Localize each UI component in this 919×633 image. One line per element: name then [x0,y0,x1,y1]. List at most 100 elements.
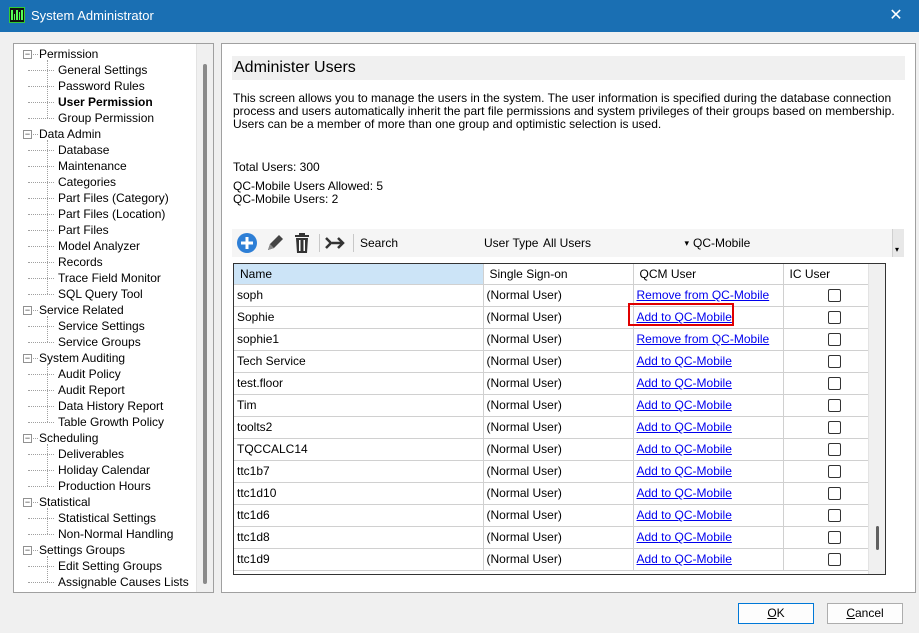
qcm-toggle-link[interactable]: Add to QC-Mobile [637,552,732,566]
user-type-select[interactable]: All Users ▾ [539,232,689,254]
tree-group-system-auditing[interactable]: − System Auditing [14,350,196,366]
tree-item-assignable-causes-lists[interactable]: Assignable Causes Lists [14,574,196,590]
grid-scrollbar[interactable] [868,264,885,574]
ic-user-checkbox[interactable] [828,399,841,413]
tree-group-permission[interactable]: − Permission [14,46,196,62]
table-row[interactable]: ttc1d10 (Normal User) Add to QC-Mobile [234,482,884,505]
column-header-sso[interactable]: Single Sign-on [483,264,634,285]
ic-user-checkbox[interactable] [828,553,841,567]
table-row[interactable]: Tech Service (Normal User) Add to QC-Mobil… [234,350,884,373]
tree-connector [47,556,48,582]
collapse-icon[interactable]: − [23,130,32,139]
qcm-toggle-link[interactable]: Add to QC-Mobile [637,354,732,368]
tree-item-audit-report[interactable]: Audit Report [14,382,196,398]
qcm-toggle-link[interactable]: Remove from QC-Mobile [637,288,770,302]
collapse-icon[interactable]: − [23,546,32,555]
tree-item-production-hours[interactable]: Production Hours [14,478,196,494]
collapse-icon[interactable]: − [23,50,32,59]
qcm-toggle-link[interactable]: Add to QC-Mobile [637,398,732,412]
ic-user-checkbox[interactable] [828,289,841,303]
search-input[interactable] [410,232,490,254]
tree-item-label: Data History Report [58,399,164,413]
tree-item-group-permission[interactable]: Group Permission [14,110,196,126]
tree-group-settings-groups[interactable]: − Settings Groups [14,542,196,558]
table-row[interactable]: soph (Normal User) Remove from QC-Mobile [234,284,884,307]
tree-item-part-files-category[interactable]: Part Files (Category) [14,190,196,206]
tree-item-maintenance[interactable]: Maintenance [14,158,196,174]
ic-user-checkbox[interactable] [828,333,841,347]
qcm-toggle-link[interactable]: Add to QC-Mobile [637,442,732,456]
cancel-button[interactable]: Cancel [827,603,903,624]
qcm-toggle-link[interactable]: Add to QC-Mobile [637,376,732,390]
table-row[interactable]: ttc1d8 (Normal User) Add to QC-Mobile [234,526,884,549]
tree-item-data-history-report[interactable]: Data History Report [14,398,196,414]
table-row[interactable]: sophie1 (Normal User) Remove from QC-Mobil… [234,328,884,351]
tree-item-sql-query-tool[interactable]: SQL Query Tool [14,286,196,302]
tree-group-service-related[interactable]: − Service Related [14,302,196,318]
tree-item-statistical-settings[interactable]: Statistical Settings [14,510,196,526]
tree-item-holiday-calendar[interactable]: Holiday Calendar [14,462,196,478]
qcm-toggle-link[interactable]: Add to QC-Mobile [637,508,732,522]
collapse-icon[interactable]: − [23,498,32,507]
collapse-icon[interactable]: − [23,354,32,363]
tree-item-categories[interactable]: Categories [14,174,196,190]
tree-group-scheduling[interactable]: − Scheduling [14,430,196,446]
tree-group-statistical[interactable]: − Statistical [14,494,196,510]
ic-user-checkbox[interactable] [828,421,841,435]
tree-item-trace-field-monitor[interactable]: Trace Field Monitor [14,270,196,286]
tree-item-password-rules[interactable]: Password Rules [14,78,196,94]
collapse-icon[interactable]: − [23,434,32,443]
ic-user-checkbox[interactable] [828,487,841,501]
toolbar-scroll-button[interactable]: ▾ [892,229,904,257]
close-icon: ✕ [889,7,903,24]
add-icon[interactable] [236,232,258,254]
tree-item-service-groups[interactable]: Service Groups [14,334,196,350]
ic-user-checkbox[interactable] [828,509,841,523]
tree-scroll-thumb[interactable] [203,64,207,584]
ic-user-checkbox[interactable] [828,531,841,545]
table-row[interactable]: Sophie (Normal User) Add to QC-Mobile [234,306,884,329]
column-header-qcm[interactable]: QCM User [633,264,784,285]
qcm-toggle-link[interactable]: Add to QC-Mobile [637,530,732,544]
ic-user-checkbox[interactable] [828,443,841,457]
assign-icon[interactable] [324,232,346,254]
table-row[interactable]: ttc1d6 (Normal User) Add to QC-Mobile [234,504,884,527]
tree-item-part-files-location[interactable]: Part Files (Location) [14,206,196,222]
qcm-toggle-link[interactable]: Add to QC-Mobile [637,464,732,478]
table-row[interactable]: ttc1d9 (Normal User) Add to QC-Mobile [234,548,884,571]
ic-user-checkbox[interactable] [828,377,841,391]
close-button[interactable]: ✕ [873,0,919,32]
tree-item-model-analyzer[interactable]: Model Analyzer [14,238,196,254]
table-row[interactable]: toolts2 (Normal User) Add to QC-Mobile [234,416,884,439]
tree-item-database[interactable]: Database [14,142,196,158]
tree-item-label: Service Groups [58,335,141,349]
tree-item-audit-policy[interactable]: Audit Policy [14,366,196,382]
table-row[interactable]: Tim (Normal User) Add to QC-Mobile [234,394,884,417]
delete-icon[interactable] [291,232,313,254]
qcm-toggle-link[interactable]: Remove from QC-Mobile [637,332,770,346]
ic-user-checkbox[interactable] [828,355,841,369]
tree-item-service-settings[interactable]: Service Settings [14,318,196,334]
ic-user-checkbox[interactable] [828,465,841,479]
grid-scroll-thumb[interactable] [876,526,879,550]
ok-button[interactable]: OK [738,603,814,624]
table-row[interactable]: TQCCALC14 (Normal User) Add to QC-Mobile [234,438,884,461]
tree-item-table-growth-policy[interactable]: Table Growth Policy [14,414,196,430]
qcm-toggle-link[interactable]: Add to QC-Mobile [637,420,732,434]
tree-scrollbar[interactable] [196,44,213,592]
tree-group-data-admin[interactable]: − Data Admin [14,126,196,142]
tree-item-records[interactable]: Records [14,254,196,270]
table-row[interactable]: test.floor (Normal User) Add to QC-Mobile [234,372,884,395]
tree-item-user-permission[interactable]: User Permission [14,94,196,110]
edit-icon[interactable] [264,232,286,254]
tree-item-non-normal-handling[interactable]: Non-Normal Handling [14,526,196,542]
tree-item-part-files[interactable]: Part Files [14,222,196,238]
column-header-name[interactable]: Name [234,264,484,285]
tree-item-general-settings[interactable]: General Settings [14,62,196,78]
ic-user-checkbox[interactable] [828,311,841,325]
tree-item-deliverables[interactable]: Deliverables [14,446,196,462]
table-row[interactable]: ttc1b7 (Normal User) Add to QC-Mobile [234,460,884,483]
tree-item-edit-setting-groups[interactable]: Edit Setting Groups [14,558,196,574]
collapse-icon[interactable]: − [23,306,32,315]
qcm-toggle-link[interactable]: Add to QC-Mobile [637,486,732,500]
